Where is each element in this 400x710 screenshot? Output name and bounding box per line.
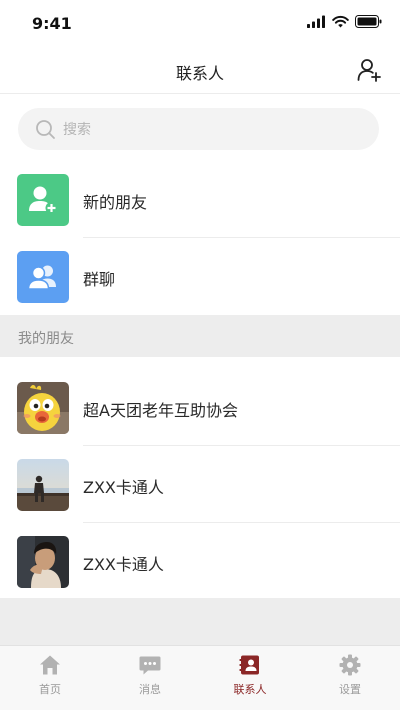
add-contact-button[interactable] <box>356 57 382 83</box>
cellular-signal-icon <box>307 15 325 28</box>
settings-icon <box>339 654 361 676</box>
contact-name: ZXX卡通人 <box>83 478 164 497</box>
group-chat-icon <box>27 265 56 290</box>
status-bar: 9:41 <box>0 0 400 46</box>
message-icon <box>139 656 161 675</box>
seaside-person-avatar <box>17 459 69 511</box>
group-chat-label: 群聊 <box>83 270 116 289</box>
section-title: 我的朋友 <box>18 331 74 347</box>
group-chat-entry[interactable]: 群聊 <box>0 238 400 315</box>
search-input[interactable]: 搜索 <box>18 108 379 150</box>
home-icon <box>40 655 60 675</box>
tab-label: 设置 <box>339 683 361 696</box>
new-friends-avatar <box>17 174 69 226</box>
contact-avatar <box>17 536 69 588</box>
search-icon <box>36 119 55 139</box>
contact-avatar <box>17 382 69 434</box>
contact-name: 超A天团老年互助协会 <box>83 401 238 420</box>
tab-messages[interactable]: 消息 <box>100 646 200 710</box>
wifi-icon <box>332 15 349 28</box>
section-header: 我的朋友 <box>0 315 400 357</box>
tab-bar: 首页 消息 联系人 设置 <box>0 645 400 710</box>
search-placeholder: 搜索 <box>63 122 91 138</box>
tab-label: 联系人 <box>233 683 267 696</box>
new-friends-label: 新的朋友 <box>83 193 148 212</box>
contact-avatar <box>17 459 69 511</box>
page-title: 联系人 <box>175 64 224 83</box>
tab-home[interactable]: 首页 <box>0 646 100 710</box>
status-time: 9:41 <box>32 14 72 33</box>
tab-contacts[interactable]: 联系人 <box>200 646 300 710</box>
contact-row[interactable]: 超A天团老年互助协会 <box>0 369 400 446</box>
status-icons <box>307 15 382 28</box>
battery-icon <box>355 15 382 28</box>
tab-label: 消息 <box>139 683 161 696</box>
list-background <box>0 598 400 645</box>
contact-row[interactable]: ZXX卡通人 <box>0 523 400 600</box>
nav-bar: 联系人 <box>0 46 400 94</box>
tab-label: 首页 <box>39 683 61 696</box>
portrait-avatar <box>17 536 69 588</box>
contact-row[interactable]: ZXX卡通人 <box>0 446 400 523</box>
tab-settings[interactable]: 设置 <box>300 646 400 710</box>
add-friend-icon <box>29 186 58 214</box>
add-user-icon <box>357 59 381 82</box>
contact-name: ZXX卡通人 <box>83 555 164 574</box>
new-friends-entry[interactable]: 新的朋友 <box>0 161 400 238</box>
contacts-icon <box>239 655 259 675</box>
yellow-bird-avatar <box>17 382 69 434</box>
group-chat-avatar <box>17 251 69 303</box>
